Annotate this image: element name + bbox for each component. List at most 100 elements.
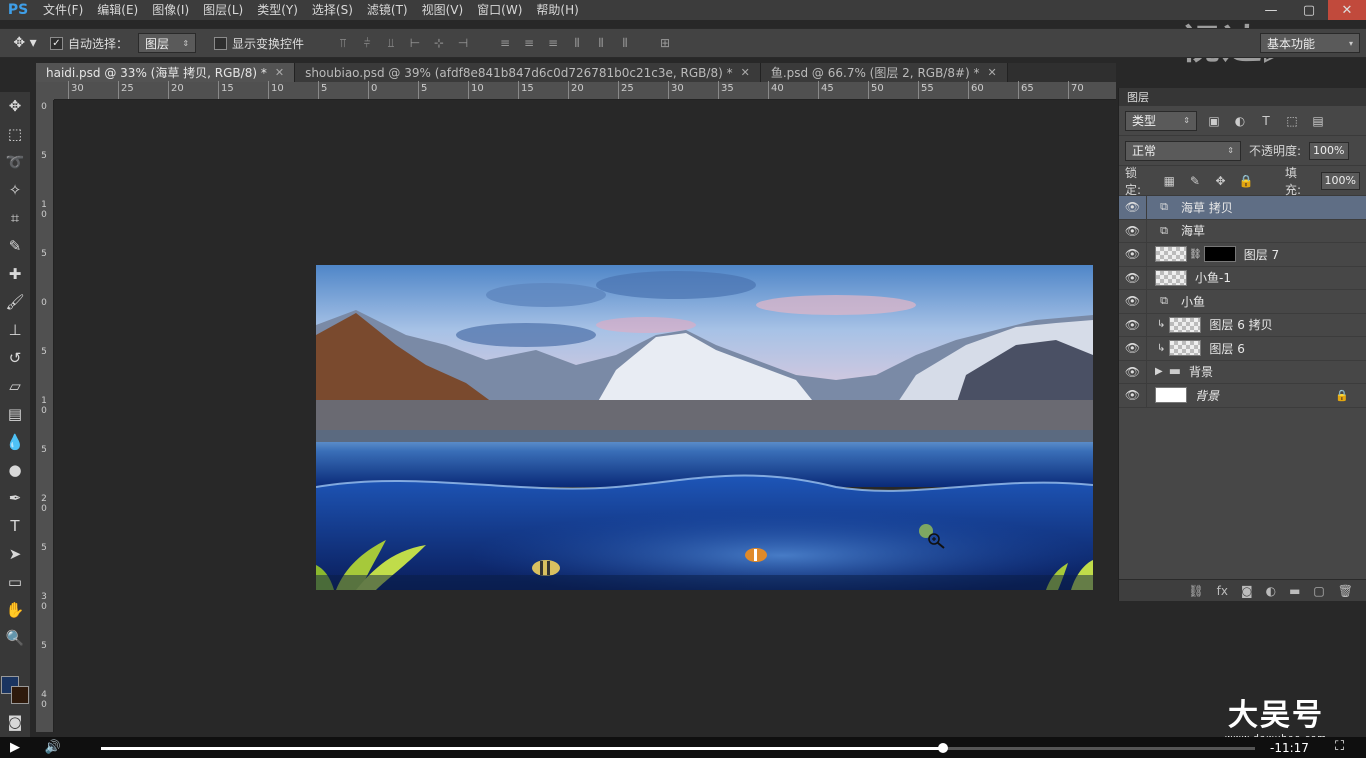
clone-stamp-tool-icon[interactable]: ⊥: [0, 316, 30, 344]
opacity-input[interactable]: 100%: [1309, 141, 1349, 160]
video-progress-bar[interactable]: [101, 743, 1255, 753]
close-icon[interactable]: ✕: [275, 66, 284, 79]
delete-layer-icon[interactable]: 🗑: [1338, 584, 1353, 598]
layer-row[interactable]: 👁 ▶ ▬ 背景: [1119, 360, 1366, 384]
visibility-eye-icon[interactable]: 👁: [1119, 196, 1147, 219]
distribute-bottom-icon[interactable]: ≡: [544, 34, 562, 52]
lock-pixels-icon[interactable]: ✎: [1186, 172, 1204, 190]
distribute-hcenter-icon[interactable]: ⦀: [592, 34, 610, 52]
close-icon[interactable]: ✕: [741, 66, 750, 79]
smart-object-filter-icon[interactable]: ▤: [1309, 112, 1327, 130]
distribute-top-icon[interactable]: ≡: [496, 34, 514, 52]
align-top-icon[interactable]: ⫪: [334, 34, 352, 52]
path-selection-tool-icon[interactable]: ➤: [0, 540, 30, 568]
visibility-eye-icon[interactable]: 👁: [1119, 266, 1147, 289]
menu-view[interactable]: 视图(V): [415, 0, 471, 20]
adjustment-layer-icon[interactable]: ◐: [1266, 584, 1276, 598]
rectangle-tool-icon[interactable]: ▭: [0, 568, 30, 596]
layers-panel-tab[interactable]: 图层: [1119, 88, 1366, 106]
show-transform-checkbox[interactable]: [214, 36, 228, 50]
dodge-tool-icon[interactable]: ●: [0, 456, 30, 484]
layer-row[interactable]: 👁 ⧉ 小鱼: [1119, 290, 1366, 314]
layer-row[interactable]: 👁 背景 🔒: [1119, 384, 1366, 408]
layer-row[interactable]: 👁 ↳ 图层 6 拷贝: [1119, 313, 1366, 337]
menu-select[interactable]: 选择(S): [305, 0, 360, 20]
brush-tool-icon[interactable]: 🖌: [0, 288, 30, 316]
lasso-tool-icon[interactable]: ➰: [0, 148, 30, 176]
blend-mode-dropdown[interactable]: 正常 ⇕: [1125, 140, 1241, 161]
type-filter-icon[interactable]: T: [1257, 112, 1275, 130]
menu-filter[interactable]: 滤镜(T): [360, 0, 415, 20]
layer-row[interactable]: 👁 ⛓ 图层 7: [1119, 243, 1366, 267]
layer-row[interactable]: 👁 ⧉ 海草 拷贝: [1119, 196, 1366, 220]
kind-filter-dropdown[interactable]: 类型 ⇕: [1125, 110, 1197, 131]
menu-window[interactable]: 窗口(W): [470, 0, 529, 20]
background-color-swatch[interactable]: [11, 686, 29, 704]
visibility-eye-icon[interactable]: 👁: [1119, 337, 1147, 360]
lock-position-icon[interactable]: ✥: [1212, 172, 1230, 190]
crop-tool-icon[interactable]: ⌗: [0, 204, 30, 232]
workspace-dropdown[interactable]: 基本功能 ▾: [1260, 33, 1360, 53]
play-button[interactable]: ▶: [0, 740, 30, 755]
menu-layer[interactable]: 图层(L): [196, 0, 250, 20]
layer-row[interactable]: 👁 ⧉ 海草: [1119, 219, 1366, 243]
distribute-left-icon[interactable]: ⦀: [568, 34, 586, 52]
hand-tool-icon[interactable]: ✋: [0, 596, 30, 624]
quick-mask-icon[interactable]: ◙: [0, 708, 30, 736]
new-layer-icon[interactable]: ▢: [1313, 584, 1324, 598]
expand-triangle-icon[interactable]: ▶: [1155, 366, 1163, 377]
pen-tool-icon[interactable]: ✒: [0, 484, 30, 512]
align-left-icon[interactable]: ⊢: [406, 34, 424, 52]
layer-row[interactable]: 👁 小鱼-1: [1119, 266, 1366, 290]
move-tool-icon[interactable]: ✥: [0, 92, 30, 120]
adjustment-filter-icon[interactable]: ◐: [1231, 112, 1249, 130]
close-icon[interactable]: ✕: [988, 66, 997, 79]
menu-edit[interactable]: 编辑(E): [90, 0, 145, 20]
auto-select-option[interactable]: ✓ 自动选择：: [50, 35, 128, 52]
shape-filter-icon[interactable]: ⬚: [1283, 112, 1301, 130]
eraser-tool-icon[interactable]: ▱: [0, 372, 30, 400]
menu-help[interactable]: 帮助(H): [529, 0, 585, 20]
align-hcenter-icon[interactable]: ⊹: [430, 34, 448, 52]
lock-transparent-icon[interactable]: ▦: [1160, 172, 1178, 190]
align-bottom-icon[interactable]: ⫫: [382, 34, 400, 52]
add-mask-icon[interactable]: ◙: [1241, 584, 1253, 598]
layer-mask-thumbnail[interactable]: [1203, 246, 1236, 263]
progress-knob[interactable]: [938, 743, 949, 753]
fill-input[interactable]: 100%: [1320, 171, 1360, 190]
visibility-eye-icon[interactable]: 👁: [1119, 384, 1147, 407]
new-group-icon[interactable]: ▬: [1289, 584, 1300, 598]
distribute-right-icon[interactable]: ⦀: [616, 34, 634, 52]
eyedropper-tool-icon[interactable]: ✎: [0, 232, 30, 260]
visibility-eye-icon[interactable]: 👁: [1119, 219, 1147, 242]
zoom-tool-icon[interactable]: 🔍: [0, 624, 30, 652]
type-tool-icon[interactable]: T: [0, 512, 30, 540]
move-tool-preset-icon[interactable]: ✥ ▾: [0, 35, 50, 51]
visibility-eye-icon[interactable]: 👁: [1119, 290, 1147, 313]
menu-type[interactable]: 类型(Y): [250, 0, 305, 20]
marquee-tool-icon[interactable]: ⬚: [0, 120, 30, 148]
history-brush-tool-icon[interactable]: ↺: [0, 344, 30, 372]
align-right-icon[interactable]: ⊣: [454, 34, 472, 52]
auto-align-icon[interactable]: ⊞: [656, 34, 674, 52]
volume-icon[interactable]: 🔊: [38, 740, 68, 755]
healing-brush-tool-icon[interactable]: ✚: [0, 260, 30, 288]
align-vcenter-icon[interactable]: ⫩: [358, 34, 376, 52]
blur-tool-icon[interactable]: 💧: [0, 428, 30, 456]
fx-icon[interactable]: fx: [1217, 584, 1228, 598]
auto-select-checkbox[interactable]: ✓: [50, 36, 63, 50]
lock-all-icon[interactable]: 🔒: [1237, 172, 1255, 190]
distribute-vcenter-icon[interactable]: ≡: [520, 34, 538, 52]
visibility-eye-icon[interactable]: 👁: [1119, 243, 1147, 266]
magic-wand-tool-icon[interactable]: ✧: [0, 176, 30, 204]
layer-row[interactable]: 👁 ↳ 图层 6: [1119, 337, 1366, 361]
visibility-eye-icon[interactable]: 👁: [1119, 360, 1147, 383]
auto-select-target-dropdown[interactable]: 图层 ⇕: [138, 33, 197, 53]
tab-haidi[interactable]: haidi.psd @ 33% (海草 拷贝, RGB/8) * ✕: [36, 63, 296, 82]
show-transform-option[interactable]: 显示变换控件: [214, 35, 304, 52]
fullscreen-icon[interactable]: ⛶: [1335, 739, 1344, 754]
tab-fish[interactable]: 鱼.psd @ 66.7% (图层 2, RGB/8#) * ✕: [760, 63, 1008, 82]
gradient-tool-icon[interactable]: ▤: [0, 400, 30, 428]
tab-shoubiao[interactable]: shoubiao.psd @ 39% (afdf8e841b847d6c0d72…: [295, 63, 761, 82]
visibility-eye-icon[interactable]: 👁: [1119, 313, 1147, 336]
